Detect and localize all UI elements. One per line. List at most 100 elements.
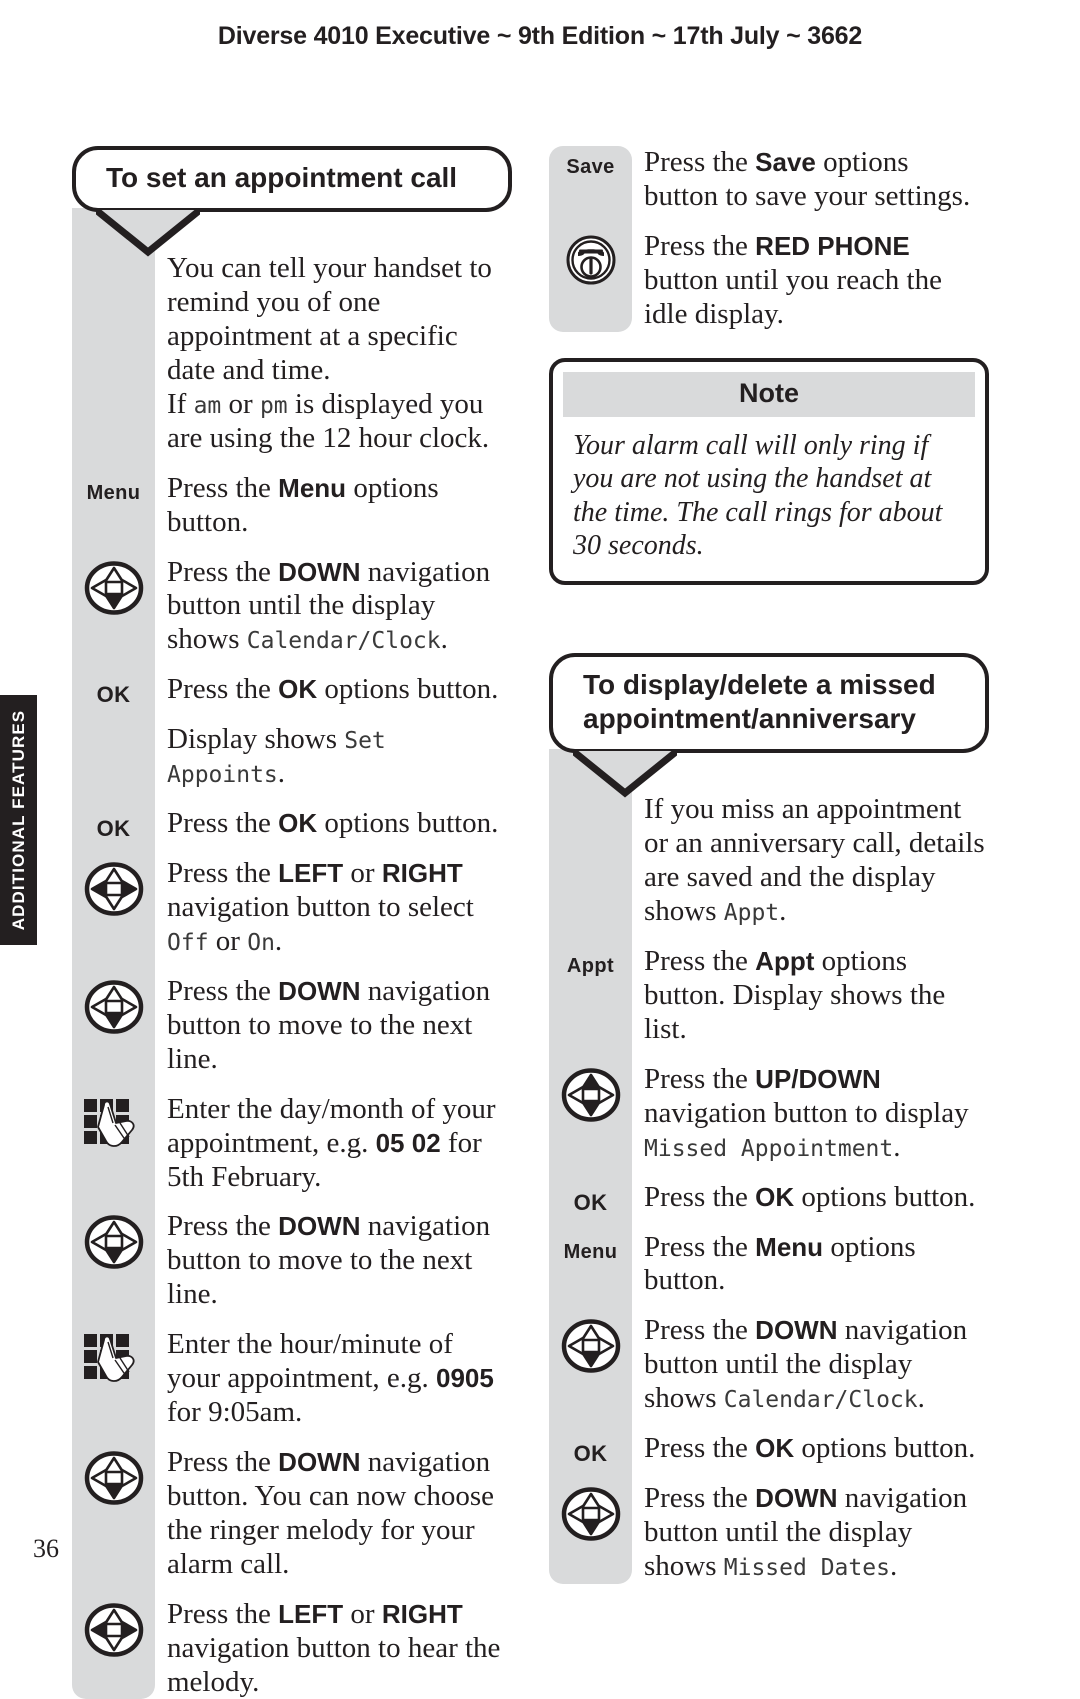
softkey-label-appt[interactable]: Appt bbox=[567, 949, 614, 976]
softkey-label-save[interactable]: Save bbox=[566, 150, 614, 177]
step-text: Press the RED PHONE button until you rea… bbox=[644, 229, 942, 330]
step-text: Press the Appt options button. Display s… bbox=[644, 944, 946, 1045]
step-icon-slot: OK bbox=[72, 807, 155, 841]
bubble-tail-icon bbox=[96, 208, 200, 257]
right-heading-bubble: To display/delete a missed appointment/a… bbox=[549, 652, 989, 798]
running-header: Diverse 4010 Executive ~ 9th Edition ~ 1… bbox=[217, 22, 863, 50]
step-text: Press the LEFT or RIGHT navigation butto… bbox=[167, 1597, 501, 1698]
step-icon-slot bbox=[72, 1210, 155, 1270]
instruction-step: Press the LEFT or RIGHT navigation butto… bbox=[72, 857, 512, 959]
step-text: Press the DOWN navigation button to move… bbox=[167, 974, 491, 1075]
step-icon-slot: Menu bbox=[72, 472, 155, 506]
step-icon-slot bbox=[72, 1446, 155, 1506]
left-heading-bubble: To set an appointment call bbox=[72, 146, 512, 257]
instruction-step: Press the DOWN navigation button until t… bbox=[72, 556, 512, 658]
note-title: Note bbox=[563, 371, 975, 417]
step-text: Press the DOWN navigation button until t… bbox=[644, 1482, 968, 1582]
step-icon-slot bbox=[72, 723, 155, 757]
step-text: Press the DOWN navigation button until t… bbox=[167, 555, 491, 656]
instruction-step: Press the DOWN navigation button to move… bbox=[72, 975, 512, 1077]
instruction-step: OK Press the OK options button. bbox=[72, 807, 512, 841]
instruction-step: Press the DOWN navigation button. You ca… bbox=[72, 1446, 512, 1582]
step-text: Enter the day/month of your appointment,… bbox=[167, 1092, 496, 1193]
instruction-step: Menu Press the Menu options button. bbox=[549, 1231, 989, 1299]
instruction-step: Press the DOWN navigation button until t… bbox=[549, 1482, 989, 1584]
step-text: Press the Menu options button. bbox=[644, 1230, 916, 1297]
page-number: 36 bbox=[33, 1534, 59, 1563]
step-text: Press the DOWN navigation button. You ca… bbox=[167, 1445, 495, 1580]
step-text: Press the DOWN navigation button until t… bbox=[644, 1314, 968, 1415]
instruction-step: OK Press the OK options button. bbox=[72, 673, 512, 707]
step-text: Press the UP/DOWN navigation button to d… bbox=[644, 1062, 969, 1163]
instruction-step: Press the UP/DOWN navigation button to d… bbox=[549, 1063, 989, 1165]
instruction-step: Press the DOWN navigation button until t… bbox=[549, 1314, 989, 1416]
instruction-step: Enter the hour/minute of your appointmen… bbox=[72, 1328, 512, 1430]
navigation-pad-down-icon bbox=[84, 1451, 143, 1505]
softkey-label-menu[interactable]: Menu bbox=[87, 476, 141, 503]
step-text: If you miss an appointment or an anniver… bbox=[644, 793, 985, 928]
navigation-pad-down-icon bbox=[561, 1319, 620, 1374]
instruction-step: OK Press the OK options button. bbox=[549, 1181, 989, 1215]
instruction-step: Enter the day/month of your appointment,… bbox=[72, 1093, 512, 1195]
save-steps-list: Save Press the Save options button to sa… bbox=[549, 146, 989, 332]
navigation-pad-down-icon bbox=[84, 980, 143, 1034]
side-tab-additional-features: ADDITIONAL FEATURES bbox=[0, 695, 37, 945]
step-text: Press the OK options button. bbox=[644, 1180, 976, 1213]
softkey-label-ok[interactable]: OK bbox=[574, 1436, 608, 1465]
note-box: Note Your alarm call will only ring if y… bbox=[549, 357, 989, 585]
instruction-step: Menu Press the Menu options button. bbox=[72, 472, 512, 540]
red-phone-button-icon bbox=[566, 235, 615, 285]
instruction-step: Press the RED PHONE button until you rea… bbox=[549, 230, 989, 332]
step-icon-slot: OK bbox=[549, 1181, 632, 1215]
step-icon-slot: Save bbox=[549, 146, 632, 180]
step-icon-slot: Menu bbox=[549, 1231, 632, 1265]
save-block-rail: Save Press the Save options button to sa… bbox=[549, 146, 989, 332]
navigation-pad-down-icon bbox=[561, 1487, 620, 1541]
softkey-label-ok[interactable]: OK bbox=[97, 811, 131, 840]
step-icon-slot: OK bbox=[72, 673, 155, 707]
step-icon-slot bbox=[72, 1328, 155, 1388]
step-text: Enter the hour/minute of your appointmen… bbox=[167, 1328, 494, 1429]
keypad-entry-icon bbox=[83, 1334, 134, 1383]
bubble-tail-icon bbox=[573, 749, 677, 798]
navigation-pad-down-icon bbox=[84, 1215, 143, 1270]
step-text: Press the OK options button. bbox=[167, 673, 499, 706]
step-icon-slot bbox=[549, 1482, 632, 1542]
instruction-step: Save Press the Save options button to sa… bbox=[549, 146, 989, 214]
right-steps-rail: If you miss an appointment or an anniver… bbox=[549, 749, 989, 1584]
softkey-label-ok[interactable]: OK bbox=[97, 677, 131, 706]
step-icon-slot: OK bbox=[549, 1432, 632, 1466]
step-text: Press the LEFT or RIGHT navigation butto… bbox=[167, 857, 474, 957]
step-text: Press the OK options button. bbox=[644, 1432, 976, 1465]
right-column: Save Press the Save options button to sa… bbox=[549, 146, 989, 1584]
step-icon-slot bbox=[72, 1598, 155, 1658]
instruction-step: Appt Press the Appt options button. Disp… bbox=[549, 945, 989, 1047]
side-tab-label: ADDITIONAL FEATURES bbox=[8, 709, 28, 931]
softkey-label-menu[interactable]: Menu bbox=[564, 1235, 618, 1262]
right-heading-text: To display/delete a missed appointment/a… bbox=[549, 652, 989, 754]
instruction-step: Press the DOWN navigation button to move… bbox=[72, 1210, 512, 1312]
step-text: Press the OK options button. bbox=[167, 807, 499, 840]
left-steps-list: You can tell your handset to remind you … bbox=[72, 208, 512, 1699]
left-column: To set an appointment call You can tell … bbox=[72, 146, 512, 1699]
step-text: Press the Save options button to save yo… bbox=[644, 146, 971, 212]
step-icon-slot bbox=[72, 857, 155, 917]
step-icon-slot bbox=[72, 1093, 155, 1153]
instruction-step: Display shows Set Appoints. bbox=[72, 723, 512, 791]
step-text: Press the Menu options button. bbox=[167, 471, 439, 538]
step-text: You can tell your handset to remind you … bbox=[167, 252, 492, 454]
step-icon-slot bbox=[549, 1063, 632, 1123]
navigation-pad-leftright-icon bbox=[84, 1602, 143, 1657]
navigation-pad-updown-icon bbox=[561, 1068, 620, 1122]
step-icon-slot bbox=[72, 556, 155, 616]
navigation-pad-leftright-icon bbox=[84, 862, 143, 916]
step-icon-slot bbox=[549, 1314, 632, 1374]
step-icon-slot bbox=[549, 230, 632, 286]
left-heading-text: To set an appointment call bbox=[72, 146, 512, 213]
step-text: Press the DOWN navigation button to move… bbox=[167, 1210, 491, 1311]
softkey-label-ok[interactable]: OK bbox=[574, 1185, 608, 1214]
step-icon-slot: Appt bbox=[549, 945, 632, 979]
step-text: Display shows Set Appoints. bbox=[167, 723, 386, 790]
left-steps-rail: You can tell your handset to remind you … bbox=[72, 208, 512, 1699]
keypad-entry-icon bbox=[83, 1098, 134, 1147]
